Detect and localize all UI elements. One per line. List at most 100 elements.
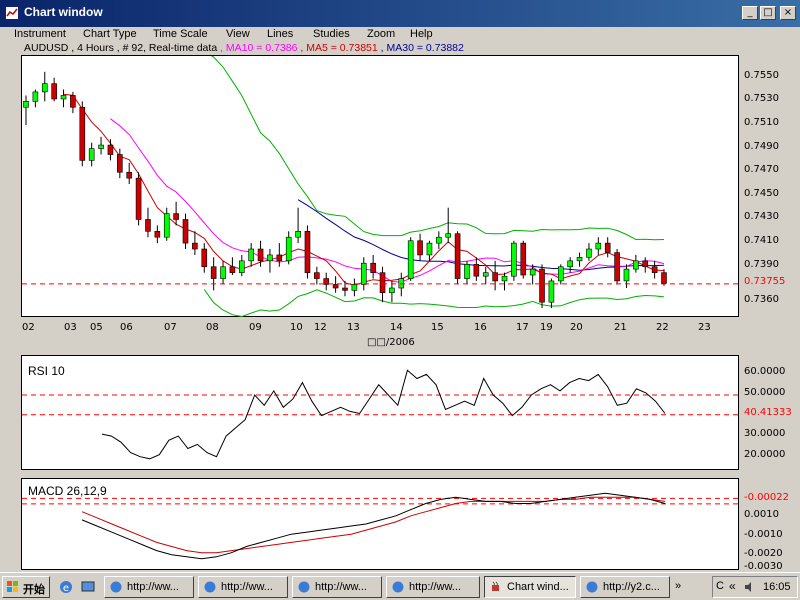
candle-body[interactable] — [342, 287, 348, 291]
price-y-tick-label: 0.7490 — [744, 140, 779, 152]
candle-body[interactable] — [464, 264, 470, 279]
taskbar-overflow-chevron[interactable]: » — [675, 580, 681, 592]
candle-body[interactable] — [557, 266, 564, 282]
candle-body[interactable] — [539, 268, 545, 303]
candle-body[interactable] — [501, 275, 508, 282]
candle-body[interactable] — [323, 278, 330, 285]
candle-body[interactable] — [304, 231, 311, 273]
menu-help[interactable]: Help — [410, 28, 433, 40]
candle-body[interactable] — [595, 242, 602, 250]
candle-body[interactable] — [642, 260, 649, 268]
candle-body[interactable] — [370, 262, 376, 273]
maximize-button[interactable]: □ — [760, 6, 776, 20]
macd-pane[interactable]: MACD 26,12,9 — [21, 478, 740, 570]
menu-studies[interactable]: Studies — [313, 28, 350, 40]
candle-body[interactable] — [229, 266, 236, 273]
candle-body[interactable] — [238, 260, 245, 273]
close-button[interactable]: × — [780, 6, 796, 20]
candle-body[interactable] — [379, 272, 386, 294]
candle-body[interactable] — [511, 242, 517, 277]
candle-body[interactable] — [454, 233, 461, 279]
candle-body[interactable] — [41, 83, 48, 93]
candle-body[interactable] — [23, 101, 29, 108]
candle-body[interactable] — [201, 248, 208, 268]
candle-body[interactable] — [295, 231, 301, 238]
candle-body[interactable] — [661, 272, 667, 284]
candle-body[interactable] — [32, 91, 39, 102]
minimize-button[interactable]: _ — [742, 6, 758, 20]
tray-indicator[interactable]: C — [716, 580, 724, 592]
menu-zoom[interactable]: Zoom — [367, 28, 395, 40]
candle-body[interactable] — [98, 144, 104, 149]
menu-view[interactable]: View — [226, 28, 250, 40]
candle-body[interactable] — [285, 236, 292, 262]
menu-lines[interactable]: Lines — [267, 28, 293, 40]
candle-body[interactable] — [445, 233, 452, 238]
candle-body[interactable] — [210, 266, 217, 279]
candle-body[interactable] — [117, 154, 123, 173]
candle-body[interactable] — [473, 264, 480, 277]
candle-body[interactable] — [623, 268, 630, 282]
candle-body[interactable] — [257, 248, 264, 262]
windows-logo-icon — [7, 581, 18, 592]
menu-instrument[interactable]: Instrument — [14, 28, 66, 40]
candle-body[interactable] — [163, 213, 170, 238]
candle-body[interactable] — [332, 284, 339, 289]
menu-chart-type[interactable]: Chart Type — [83, 28, 137, 40]
candle-body[interactable] — [520, 242, 527, 276]
candle-body[interactable] — [417, 240, 423, 256]
candle-body[interactable] — [220, 266, 226, 279]
tray-double-chevron-icon[interactable]: « — [729, 579, 736, 593]
candle-body[interactable] — [586, 248, 592, 258]
candle-body[interactable] — [154, 231, 161, 238]
candle-body[interactable] — [60, 95, 67, 100]
candle-body[interactable] — [426, 242, 433, 256]
taskbar-task-1[interactable]: http://ww... — [104, 576, 194, 598]
candle-body[interactable] — [276, 254, 283, 262]
menu-time-scale[interactable]: Time Scale — [153, 28, 208, 40]
candle-body[interactable] — [360, 262, 367, 285]
candle-body[interactable] — [70, 95, 76, 108]
candle-body[interactable] — [389, 287, 395, 294]
price-chart-pane[interactable] — [21, 55, 740, 318]
rsi-pane[interactable]: RSI 10 — [21, 355, 740, 470]
tray-clock: 16:05 — [763, 581, 791, 593]
candle-body[interactable] — [79, 106, 86, 161]
candle-body[interactable] — [182, 219, 189, 244]
price-y-tick-label: 0.7530 — [744, 93, 779, 105]
start-button[interactable]: 开始 — [2, 576, 50, 598]
candle-body[interactable] — [614, 252, 620, 282]
candle-body[interactable] — [248, 248, 254, 262]
taskbar-task-3[interactable]: http://ww... — [292, 576, 382, 598]
candle-body[interactable] — [351, 284, 358, 291]
candle-body[interactable] — [633, 260, 639, 270]
candle-body[interactable] — [314, 272, 320, 279]
candle-body[interactable] — [576, 256, 583, 262]
candle-body[interactable] — [126, 171, 133, 179]
candle-body[interactable] — [192, 242, 198, 250]
candle-body[interactable] — [135, 177, 142, 220]
candle-body[interactable] — [651, 266, 658, 273]
candle-body[interactable] — [267, 254, 273, 262]
start-label: 开始 — [23, 584, 45, 596]
candle-body[interactable] — [88, 148, 95, 161]
candle-body[interactable] — [604, 242, 611, 253]
candle-body[interactable] — [492, 272, 498, 282]
ie-quicklaunch-icon[interactable]: e — [58, 579, 74, 595]
candle-body[interactable] — [529, 268, 536, 276]
taskbar-task-4[interactable]: http://ww... — [386, 576, 480, 598]
candle-body[interactable] — [173, 213, 179, 220]
candle-body[interactable] — [107, 144, 114, 155]
taskbar-task-2[interactable]: http://ww... — [198, 576, 288, 598]
candle-body[interactable] — [51, 83, 57, 100]
speaker-icon[interactable] — [743, 580, 757, 594]
taskbar-task-chart-window[interactable]: Chart wind... — [484, 576, 576, 598]
taskbar-task-6[interactable]: http://y2.c... — [580, 576, 670, 598]
candle-body[interactable] — [482, 272, 489, 277]
desktop-quicklaunch-icon[interactable] — [80, 579, 96, 595]
candle-body[interactable] — [436, 236, 442, 244]
candle-body[interactable] — [567, 260, 573, 268]
candle-body[interactable] — [145, 219, 151, 232]
candle-body[interactable] — [407, 240, 414, 279]
candle-body[interactable] — [398, 278, 405, 289]
